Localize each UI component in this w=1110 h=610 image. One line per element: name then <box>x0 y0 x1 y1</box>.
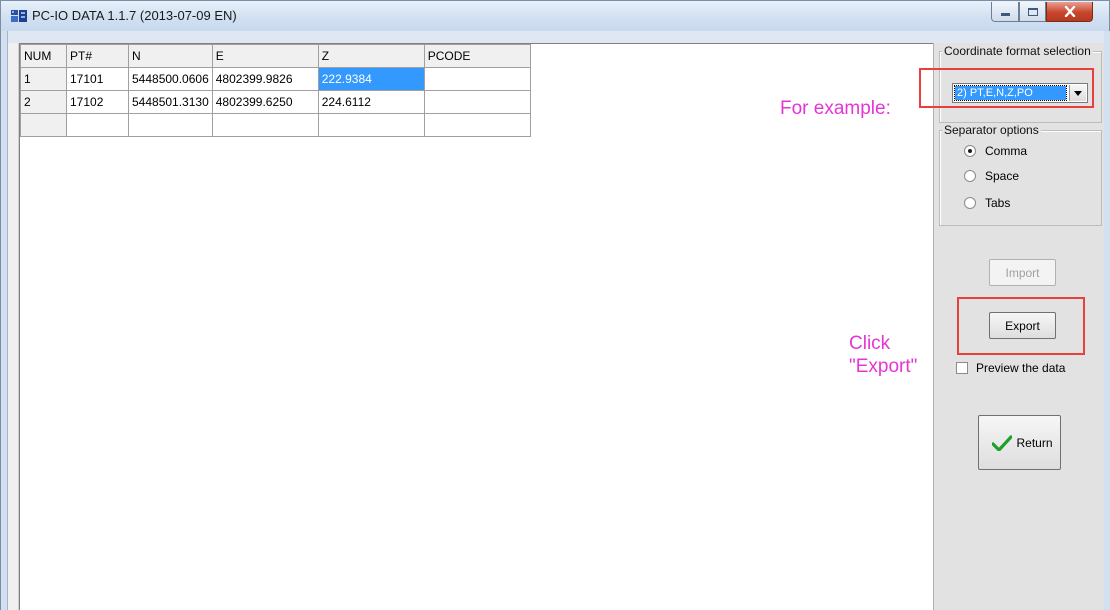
radio-comma[interactable]: Comma <box>964 143 1027 159</box>
column-header[interactable]: NUM <box>20 44 67 68</box>
table-cell[interactable] <box>423 113 531 137</box>
close-icon <box>1064 6 1075 17</box>
separator-group-label: Separator options <box>942 123 1041 137</box>
annotation-for-example: For example: <box>780 98 891 119</box>
column-header[interactable]: N <box>128 44 213 68</box>
app-window: PC-IO DATA 1.1.7 (2013-07-09 EN) NUM PT#… <box>0 0 1110 610</box>
grid-left-edge <box>8 43 19 610</box>
radio-label: Comma <box>985 144 1028 158</box>
annotation-export: "Export" <box>849 356 918 377</box>
column-header[interactable]: PCODE <box>423 44 531 68</box>
table-cell[interactable]: 17101 <box>66 67 129 91</box>
table-cell[interactable] <box>317 113 425 137</box>
preview-data-checkbox[interactable]: Preview the data <box>956 361 1065 375</box>
radio-space[interactable]: Space <box>964 168 1019 184</box>
table-cell[interactable] <box>423 67 531 91</box>
table-cell[interactable]: 4802399.6250 <box>211 90 319 114</box>
dropdown-button[interactable] <box>1069 85 1086 101</box>
table-cell[interactable]: 4802399.9826 <box>211 67 319 91</box>
column-header[interactable]: PT# <box>66 44 129 68</box>
row-number-cell[interactable]: 2 <box>20 90 67 114</box>
window-right-border <box>1104 31 1110 610</box>
table-cell[interactable] <box>211 113 319 137</box>
table-cell[interactable]: 5448501.3130 <box>128 90 213 114</box>
minimize-icon <box>1000 13 1010 16</box>
radio-indicator[interactable] <box>964 170 976 182</box>
window-title: PC-IO DATA 1.1.7 (2013-07-09 EN) <box>32 8 237 23</box>
table-row-new <box>20 113 531 137</box>
maximize-button[interactable] <box>1019 2 1046 22</box>
radio-label: Space <box>985 169 1020 183</box>
import-button[interactable]: Import <box>989 259 1056 286</box>
radio-tabs[interactable]: Tabs <box>964 195 1010 211</box>
chevron-down-icon <box>1074 90 1082 96</box>
radio-indicator[interactable] <box>964 197 976 209</box>
coordinate-table[interactable]: NUM PT# N E Z PCODE 1 17101 5448500.0606… <box>20 44 531 137</box>
format-group-label: Coordinate format selection <box>942 44 1093 58</box>
data-grid[interactable]: NUM PT# N E Z PCODE 1 17101 5448500.0606… <box>19 43 933 610</box>
table-cell[interactable]: 5448500.0606 <box>128 67 213 91</box>
coordinate-format-select[interactable]: 2) PT,E,N,Z,PO <box>952 83 1088 103</box>
checkbox-label: Preview the data <box>976 361 1066 375</box>
radio-indicator[interactable] <box>964 145 976 157</box>
checkmark-icon <box>992 434 1013 451</box>
format-selected-value: 2) PT,E,N,Z,PO <box>954 85 1067 101</box>
table-cell[interactable]: 17102 <box>66 90 129 114</box>
close-button[interactable] <box>1046 2 1093 22</box>
maximize-icon <box>1027 7 1038 16</box>
table-cell[interactable] <box>66 113 129 137</box>
checkbox-indicator[interactable] <box>956 362 968 374</box>
annotation-click: Click <box>849 333 891 354</box>
options-panel: Coordinate format selection 2) PT,E,N,Z,… <box>933 43 1104 610</box>
radio-label: Tabs <box>985 196 1011 210</box>
export-button[interactable]: Export <box>989 312 1056 339</box>
table-cell[interactable] <box>423 90 531 114</box>
row-number-cell[interactable]: 1 <box>20 67 67 91</box>
app-icon <box>11 10 27 22</box>
row-number-cell[interactable] <box>20 113 67 137</box>
minimize-button[interactable] <box>991 2 1019 22</box>
column-header[interactable]: Z <box>317 44 425 68</box>
table-row: 1 17101 5448500.0606 4802399.9826 222.93… <box>20 67 531 91</box>
table-row: 2 17102 5448501.3130 4802399.6250 224.61… <box>20 90 531 114</box>
window-left-border <box>1 31 8 610</box>
return-label: Return <box>1016 435 1053 450</box>
return-button[interactable]: Return <box>978 415 1061 470</box>
title-bar[interactable]: PC-IO DATA 1.1.7 (2013-07-09 EN) <box>1 1 1109 31</box>
table-header-row: NUM PT# N E Z PCODE <box>20 44 531 68</box>
table-cell[interactable]: 224.6112 <box>317 90 425 114</box>
column-header[interactable]: E <box>211 44 319 68</box>
table-cell-selected[interactable]: 222.9384 <box>317 67 425 91</box>
table-cell[interactable] <box>128 113 213 137</box>
